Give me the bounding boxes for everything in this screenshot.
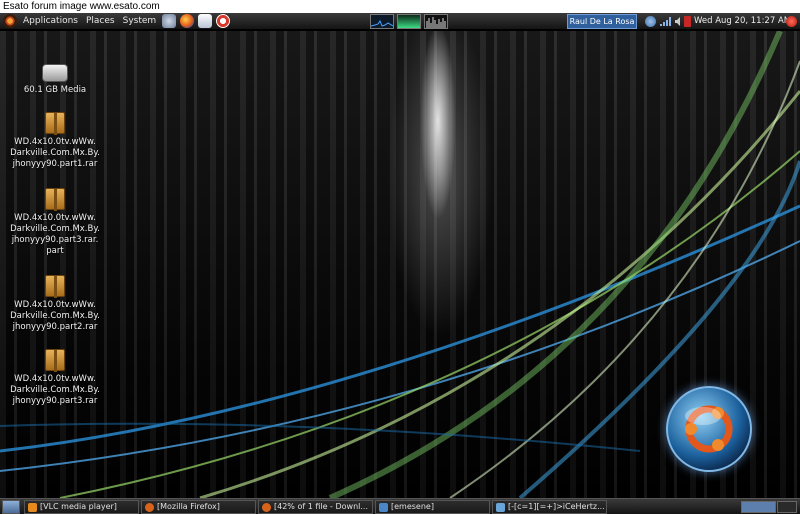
user-icon[interactable] xyxy=(645,16,656,27)
menu-applications[interactable]: Applications xyxy=(19,13,82,30)
task-label: [emesene] xyxy=(391,502,434,511)
archive-icon xyxy=(45,188,65,211)
archive-icon xyxy=(45,275,65,298)
workspace-1[interactable] xyxy=(741,501,776,513)
emesene-icon xyxy=(379,503,388,512)
taskbar-item-downloads[interactable]: [42% of 1 file - Downl... xyxy=(258,500,373,514)
workspace-2[interactable] xyxy=(777,501,797,513)
chat-launcher-icon[interactable] xyxy=(198,14,213,28)
task-label: [42% of 1 file - Downl... xyxy=(274,502,369,511)
firefox-icon[interactable] xyxy=(180,14,195,28)
taskbar-item-vlc[interactable]: [VLC media player] xyxy=(24,500,139,514)
help-icon[interactable] xyxy=(216,14,231,28)
desktop-icon-label: 60.1 GB Media xyxy=(23,85,87,95)
watermark-banner: Esato forum image www.esato.com xyxy=(0,0,800,13)
desktop-icon-label: WD.4x10.0tv.wWw. Darkville.Com.Mx.By. jh… xyxy=(10,213,100,256)
network-monitor-graph[interactable] xyxy=(397,14,421,29)
clock[interactable]: Wed Aug 20, 11:27 AM xyxy=(694,13,791,30)
chat-icon xyxy=(496,503,505,512)
taskbar-item-chat[interactable]: [-[c=1][=+]>iCeHertz... xyxy=(492,500,607,514)
firefox-icon xyxy=(145,503,154,512)
menu-places[interactable]: Places xyxy=(82,13,119,30)
desktop-icon-rar-part3[interactable]: WD.4x10.0tv.wWw. Darkville.Com.Mx.By. jh… xyxy=(10,349,100,407)
ubuntu-circle-of-friends-icon xyxy=(685,405,733,453)
desktop-icon-rar-part2[interactable]: WD.4x10.0tv.wWw. Darkville.Com.Mx.By. jh… xyxy=(10,275,100,333)
task-label: [VLC media player] xyxy=(40,502,117,511)
cpu-monitor-graph[interactable] xyxy=(370,14,394,29)
desktop-icon-label: WD.4x10.0tv.wWw. Darkville.Com.Mx.By. jh… xyxy=(10,137,100,169)
task-label: [Mozilla Firefox] xyxy=(157,502,220,511)
menu-system[interactable]: System xyxy=(119,13,161,30)
task-label: [-[c=1][=+]>iCeHertz... xyxy=(508,502,605,511)
desktop-icon-label: WD.4x10.0tv.wWw. Darkville.Com.Mx.By. jh… xyxy=(10,300,100,332)
user-switcher[interactable]: Raul De La Rosa xyxy=(567,14,637,29)
vlc-icon xyxy=(28,503,37,512)
ubuntu-orb-logo xyxy=(666,386,752,472)
top-panel: Applications Places System Raul De La Ro… xyxy=(0,13,800,30)
signal-strength-icon[interactable] xyxy=(660,16,671,27)
bottom-panel: [VLC media player] [Mozilla Firefox] [42… xyxy=(0,498,800,514)
archive-icon xyxy=(45,349,65,372)
taskbar-item-emesene[interactable]: [emesene] xyxy=(375,500,490,514)
show-desktop-button[interactable] xyxy=(2,500,20,514)
archive-icon xyxy=(45,112,65,135)
network-launcher-icon[interactable] xyxy=(162,14,177,28)
shutdown-icon[interactable] xyxy=(786,16,797,27)
memory-monitor-graph[interactable] xyxy=(424,14,448,29)
notification-icon[interactable] xyxy=(684,16,691,27)
desktop-icon-rar-part1[interactable]: WD.4x10.0tv.wWw. Darkville.Com.Mx.By. jh… xyxy=(10,112,100,170)
desktop-icon-rar-part3-part[interactable]: WD.4x10.0tv.wWw. Darkville.Com.Mx.By. jh… xyxy=(10,188,100,257)
desktop-icon-label: WD.4x10.0tv.wWw. Darkville.Com.Mx.By. jh… xyxy=(10,374,100,406)
ubuntu-logo-icon[interactable] xyxy=(3,14,17,28)
taskbar-item-firefox[interactable]: [Mozilla Firefox] xyxy=(141,500,256,514)
drive-icon xyxy=(42,64,68,82)
download-icon xyxy=(262,503,271,512)
desktop-icon-media-drive[interactable]: 60.1 GB Media xyxy=(10,64,100,96)
